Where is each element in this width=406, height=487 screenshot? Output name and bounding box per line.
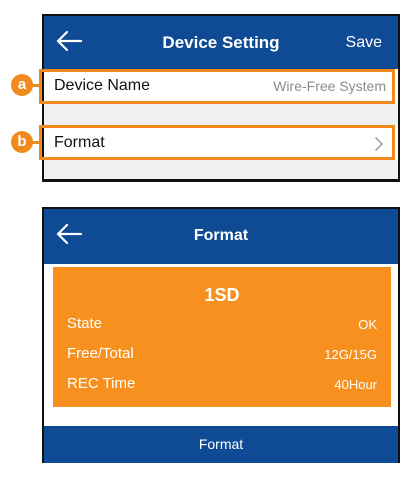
page: Device Setting Save Device Name Wire-Fre… [0, 0, 406, 487]
callout-b-highlight [39, 125, 395, 160]
callout-b-badge: b [11, 131, 33, 153]
callout-a-badge: a [11, 74, 33, 96]
state-value: OK [358, 317, 377, 332]
sd-free-total-row: Free/Total 12G/15G [67, 345, 377, 367]
state-label: State [67, 315, 103, 332]
page-title: Format [193, 227, 249, 244]
sd-card-title: 1SD [204, 285, 240, 305]
free-total-label: Free/Total [67, 345, 134, 362]
device-setting-nav-bar: Device Setting Save [44, 16, 398, 71]
save-button[interactable]: Save [346, 34, 382, 52]
sd-state-row: State OK [67, 315, 377, 337]
format-screen: Format 1SD State OK Free/Total 12G/15G R… [42, 207, 400, 463]
free-total-value: 12G/15G [324, 347, 377, 362]
format-nav-bar: Format [44, 209, 398, 264]
sd-card-panel: 1SD State OK Free/Total 12G/15G REC Time… [53, 267, 391, 407]
callout-a-highlight [39, 69, 395, 104]
format-button[interactable]: Format [44, 426, 398, 463]
rec-time-label: REC Time [67, 375, 136, 392]
rec-time-value: 40Hour [334, 377, 377, 392]
sd-rec-time-row: REC Time 40Hour [67, 375, 377, 397]
